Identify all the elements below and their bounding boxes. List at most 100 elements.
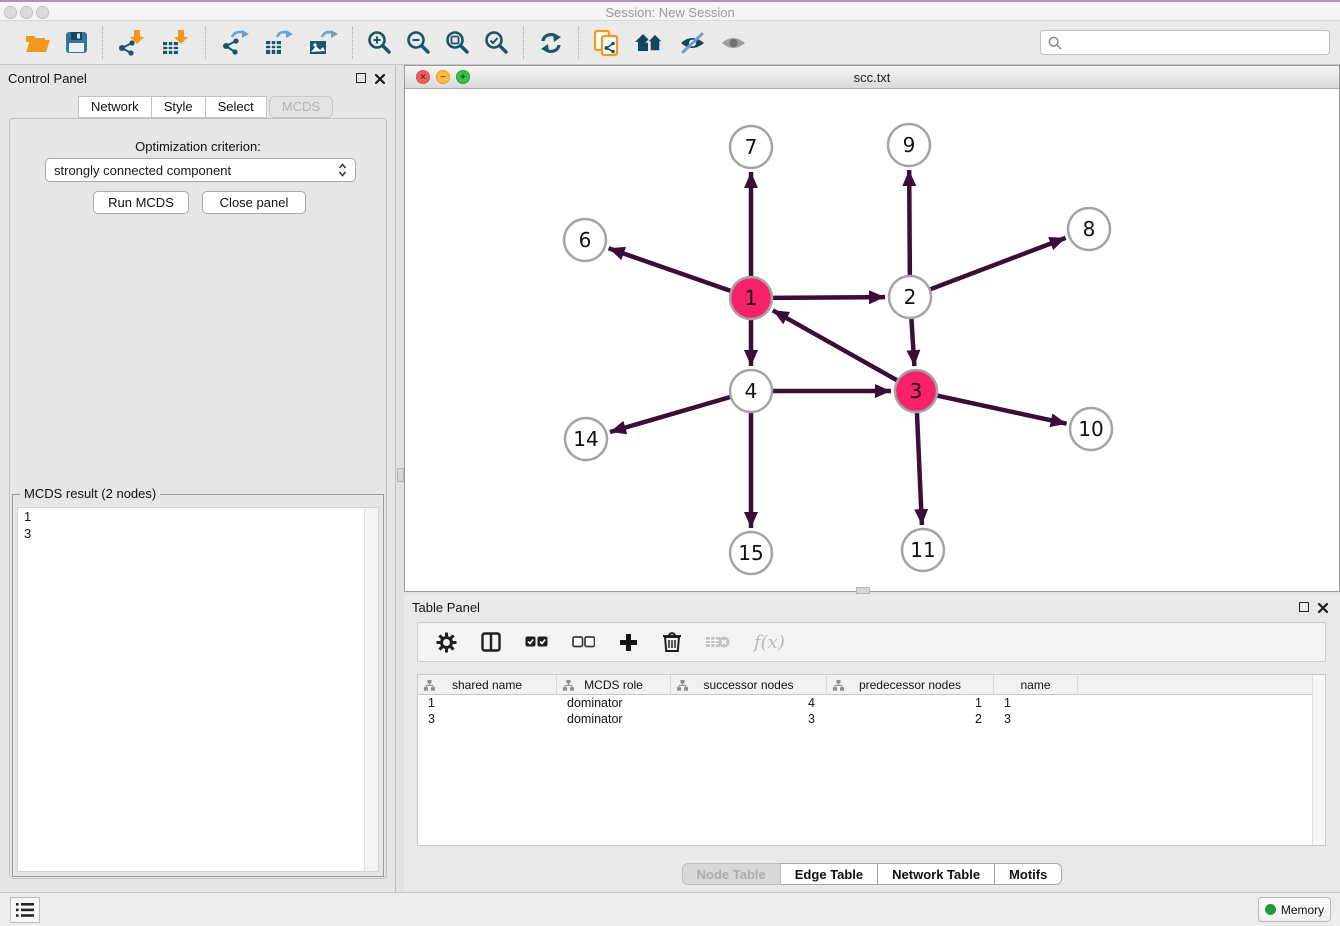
network-window-titlebar[interactable]: × − + scc.txt bbox=[405, 66, 1339, 89]
table-row[interactable]: 3dominator323 bbox=[418, 711, 1325, 727]
show-all-icon bbox=[720, 32, 747, 54]
tab-style[interactable]: Style bbox=[152, 96, 206, 118]
graph-edge-1-2[interactable] bbox=[773, 297, 885, 298]
memory-status-dot bbox=[1265, 904, 1276, 915]
select-all-icon[interactable] bbox=[525, 636, 548, 648]
float-panel-icon[interactable] bbox=[356, 73, 366, 83]
tab-edge-table[interactable]: Edge Table bbox=[781, 863, 878, 885]
table-row[interactable]: 1dominator411 bbox=[418, 695, 1325, 711]
network-canvas[interactable]: 7968124314101511 bbox=[405, 89, 1339, 591]
close-table-panel-icon[interactable] bbox=[1317, 601, 1329, 619]
graph-node-label-4: 4 bbox=[745, 379, 758, 403]
copy-network-icon[interactable] bbox=[593, 29, 620, 57]
dropdown-stepper-icon bbox=[338, 162, 347, 178]
run-mcds-button[interactable]: Run MCDS bbox=[93, 191, 189, 214]
graph-edge-1-6[interactable] bbox=[609, 248, 731, 290]
graph-edge-3-11[interactable] bbox=[917, 413, 922, 525]
column-header-label: predecessor nodes bbox=[859, 678, 961, 692]
network-window-title: scc.txt bbox=[405, 70, 1339, 85]
table-cell[interactable]: 1 bbox=[994, 695, 1078, 711]
node-table[interactable]: shared name MCDS role successor nodes prede… bbox=[417, 674, 1326, 846]
first-neighbors-icon[interactable] bbox=[634, 31, 665, 54]
table-cell[interactable]: dominator bbox=[557, 711, 671, 727]
graph-edge-2-3[interactable] bbox=[911, 319, 914, 366]
memory-button[interactable]: Memory bbox=[1258, 897, 1331, 922]
column-header-label: MCDS role bbox=[584, 678, 643, 692]
import-network-icon[interactable] bbox=[117, 29, 147, 56]
criterion-dropdown[interactable]: strongly connected component bbox=[45, 158, 356, 182]
table-toolbar: f(x) bbox=[417, 622, 1326, 662]
graph-node-label-1: 1 bbox=[745, 286, 758, 310]
table-cell[interactable]: 4 bbox=[671, 695, 827, 711]
list-icon bbox=[16, 903, 34, 917]
tab-motifs[interactable]: Motifs bbox=[995, 863, 1062, 885]
graph-edge-2-9[interactable] bbox=[909, 170, 910, 275]
horizontal-splitter-handle[interactable] bbox=[856, 587, 870, 594]
show-columns-icon[interactable] bbox=[481, 632, 501, 652]
mcds-result-node: 3 bbox=[18, 525, 378, 542]
column-header-name[interactable]: name bbox=[994, 675, 1078, 695]
hide-selected-icon[interactable] bbox=[679, 32, 706, 54]
tab-network-table[interactable]: Network Table bbox=[878, 863, 995, 885]
column-header-successor-nodes[interactable]: successor nodes bbox=[671, 675, 827, 695]
column-tree-icon bbox=[563, 680, 574, 691]
tab-node-table[interactable]: Node Table bbox=[682, 863, 781, 885]
tab-select[interactable]: Select bbox=[206, 96, 267, 118]
graph-node-label-7: 7 bbox=[745, 135, 758, 159]
export-image-icon[interactable] bbox=[308, 29, 338, 56]
zoom-in-icon[interactable] bbox=[367, 30, 392, 55]
tab-network[interactable]: Network bbox=[78, 96, 152, 118]
result-scrollbar[interactable] bbox=[364, 508, 378, 871]
table-cell[interactable]: 2 bbox=[827, 711, 994, 727]
control-panel: Control Panel NetworkStyleSelectMCDS Opt… bbox=[0, 65, 396, 892]
import-table-icon[interactable] bbox=[161, 29, 191, 56]
deselect-all-icon[interactable] bbox=[572, 636, 595, 648]
optimization-criterion-label: Optimization criterion: bbox=[10, 139, 386, 154]
table-cell[interactable]: dominator bbox=[557, 695, 671, 711]
export-table-icon[interactable] bbox=[264, 29, 294, 56]
open-session-icon[interactable] bbox=[24, 31, 51, 55]
graph-edge-3-10[interactable] bbox=[937, 396, 1066, 424]
close-panel-icon[interactable] bbox=[374, 72, 386, 90]
table-mode-gear-icon[interactable] bbox=[436, 632, 457, 653]
criterion-dropdown-value: strongly connected component bbox=[54, 163, 338, 178]
graph-edge-3-1[interactable] bbox=[773, 310, 897, 380]
close-panel-button[interactable]: Close panel bbox=[202, 191, 306, 214]
mcds-result-list[interactable]: 13 bbox=[17, 507, 379, 872]
graph-edge-4-14[interactable] bbox=[610, 397, 730, 432]
graph-edge-2-8[interactable] bbox=[931, 238, 1066, 289]
table-cell[interactable]: 3 bbox=[418, 711, 557, 727]
column-tree-icon bbox=[424, 680, 435, 691]
task-history-button[interactable] bbox=[10, 897, 40, 923]
graph-node-label-2: 2 bbox=[904, 285, 917, 309]
apply-layout-icon[interactable] bbox=[538, 31, 564, 55]
zoom-selected-icon[interactable] bbox=[484, 30, 509, 55]
table-cell[interactable]: 1 bbox=[827, 695, 994, 711]
search-box[interactable] bbox=[1040, 30, 1330, 55]
vertical-splitter-handle[interactable] bbox=[397, 468, 404, 482]
create-column-icon[interactable] bbox=[619, 633, 638, 652]
table-panel: Table Panel f(x) shared nameMCDS rolesu bbox=[404, 594, 1340, 890]
table-cell[interactable]: 3 bbox=[994, 711, 1078, 727]
tab-mcds[interactable]: MCDS bbox=[269, 96, 333, 118]
table-cell[interactable]: 3 bbox=[671, 711, 827, 727]
column-header-label: name bbox=[1020, 678, 1050, 692]
column-header-shared-name[interactable]: shared name bbox=[418, 675, 557, 695]
column-header-label: successor nodes bbox=[703, 678, 793, 692]
zoom-fit-icon[interactable] bbox=[445, 30, 470, 55]
column-header-MCDS-role[interactable]: MCDS role bbox=[557, 675, 671, 695]
search-icon bbox=[1048, 36, 1062, 50]
network-canvas-svg: 7968124314101511 bbox=[405, 89, 1339, 591]
graph-node-label-10: 10 bbox=[1078, 417, 1103, 441]
save-session-icon[interactable] bbox=[65, 31, 88, 54]
main-toolbar bbox=[0, 21, 1340, 65]
mcds-result-group: MCDS result (2 nodes) 13 bbox=[12, 494, 384, 877]
delete-columns-icon[interactable] bbox=[662, 631, 682, 653]
float-table-panel-icon[interactable] bbox=[1299, 602, 1309, 612]
search-input[interactable] bbox=[1067, 33, 1329, 53]
export-network-icon[interactable] bbox=[220, 29, 250, 56]
table-cell[interactable]: 1 bbox=[418, 695, 557, 711]
table-scrollbar[interactable] bbox=[1312, 675, 1325, 845]
zoom-out-icon[interactable] bbox=[406, 30, 431, 55]
column-header-predecessor-nodes[interactable]: predecessor nodes bbox=[827, 675, 994, 695]
